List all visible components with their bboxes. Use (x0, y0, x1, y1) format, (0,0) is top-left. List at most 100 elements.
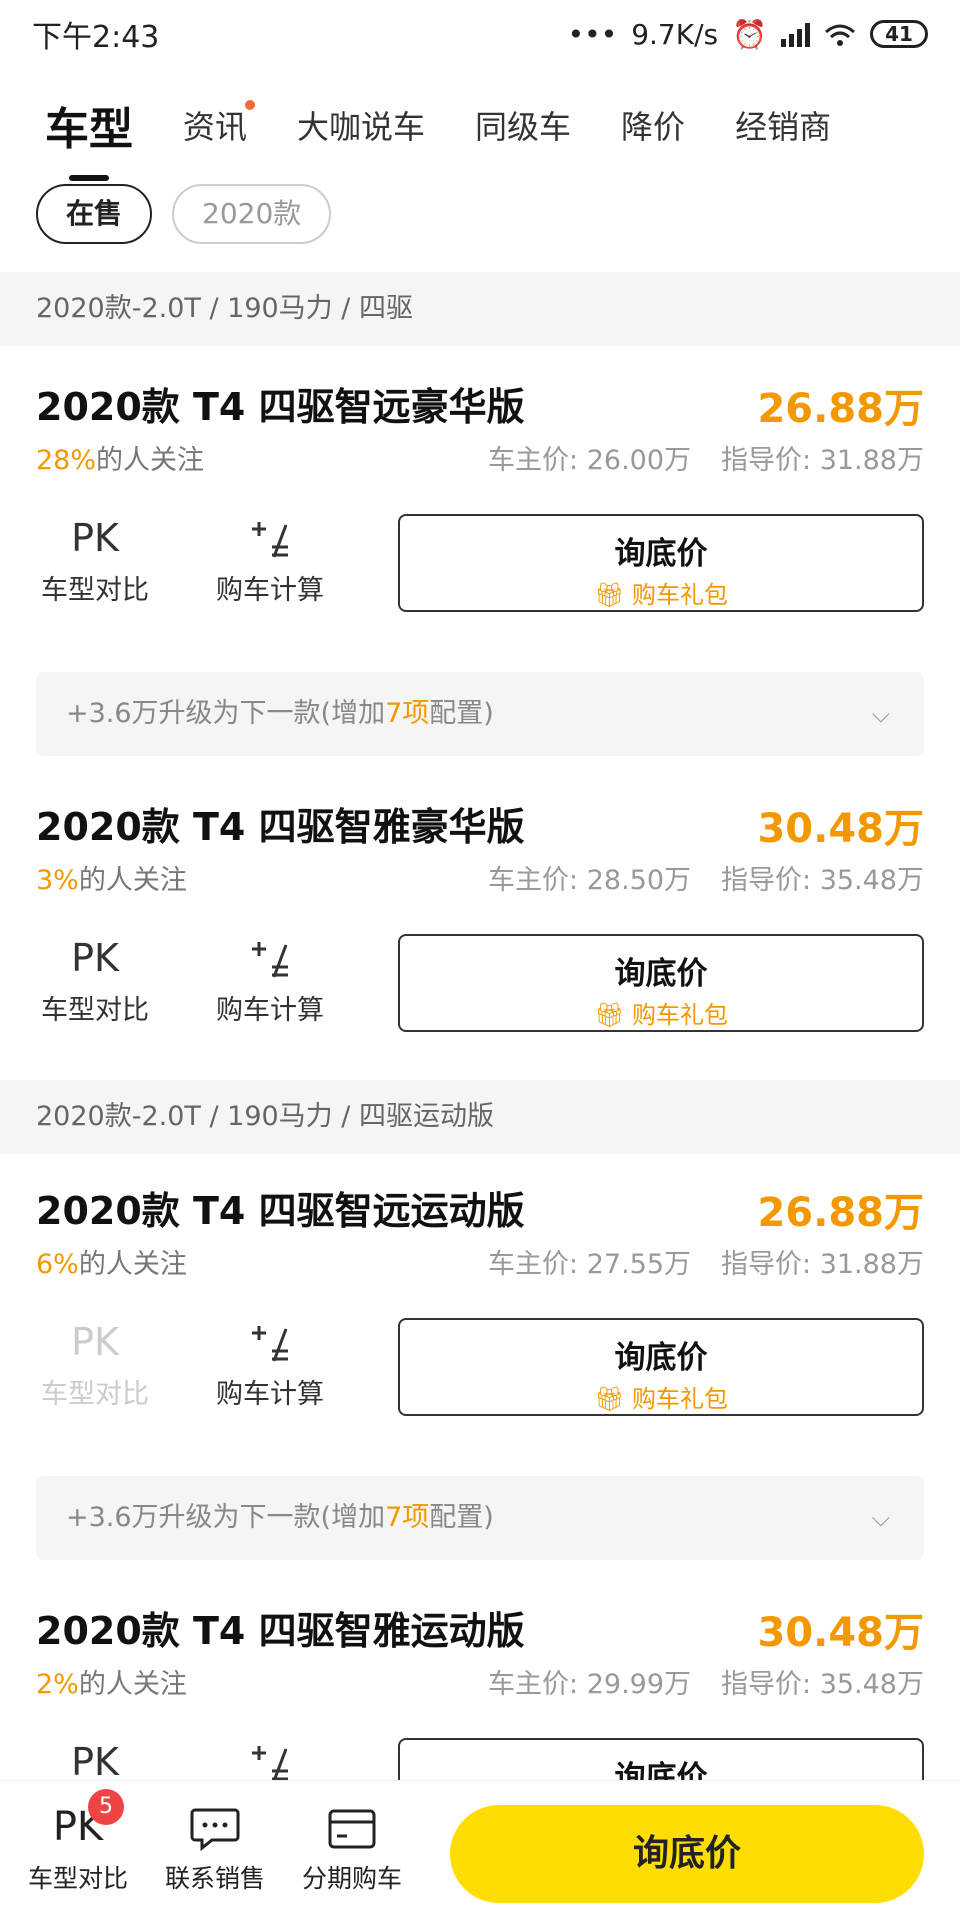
list-item: 2020款 T4 四驱智雅豪华版 30.48万 3%的人关注 车主价: 28.5… (0, 766, 960, 1066)
owner-price: 车主价: 29.99万 (488, 1669, 692, 1700)
attention-percent: 2% (36, 1669, 79, 1700)
tab-label: 同级车 (475, 108, 572, 146)
compare-button[interactable]: PK 车型对比 (20, 1316, 170, 1411)
ask-price-label: 询底价 (614, 956, 708, 992)
gift-package: 🎁︎ 购车礼包 (400, 1379, 922, 1414)
gift-label: 购车礼包 (632, 1001, 729, 1029)
pk-icon: PK 5 (18, 1789, 138, 1859)
model-price: 30.48万 (757, 1610, 924, 1656)
model-name[interactable]: 2020款 T4 四驱智远豪华版 (36, 376, 525, 431)
upgrade-prefix: +3.6万升级为下一款(增加 (66, 698, 386, 729)
attention-text: 2%的人关注 (36, 1662, 187, 1701)
model-name[interactable]: 2020款 T4 四驱智雅豪华版 (36, 796, 525, 851)
model-name[interactable]: 2020款 T4 四驱智远运动版 (36, 1180, 525, 1235)
upgrade-count: 7项 (385, 698, 430, 729)
attention-text: 6%的人关注 (36, 1242, 187, 1281)
model-price: 26.88万 (757, 1190, 924, 1236)
chevron-down-icon: ⌵ (871, 700, 890, 728)
more-dots-icon: ••• (567, 17, 618, 51)
price-details: 车主价: 29.99万 指导价: 35.48万 (488, 1662, 924, 1701)
calculator-icon (195, 512, 345, 564)
tab-dealers[interactable]: 经销商 (735, 102, 831, 148)
model-price: 30.48万 (757, 806, 924, 852)
tab-expert-reviews[interactable]: 大咖说车 (297, 102, 425, 148)
ask-price-button[interactable]: 询底价🎁︎ 购车礼包 (398, 514, 924, 612)
tab-label: 降价 (621, 108, 686, 146)
calculator-button[interactable]: 购车计算 (195, 1316, 345, 1411)
upgrade-banner[interactable]: +3.6万升级为下一款(增加7项配置) ⌵ (36, 672, 924, 756)
pk-icon: PK (71, 1320, 119, 1364)
list-item: 2020款 T4 四驱智远运动版 26.88万 6%的人关注 车主价: 27.5… (0, 1150, 960, 1450)
price-details: 车主价: 28.50万 指导价: 35.48万 (488, 858, 924, 897)
unread-dot (245, 100, 256, 110)
compare-count-badge: 5 (88, 1789, 124, 1825)
ask-price-label: 询底价 (614, 536, 708, 572)
model-price: 26.88万 (757, 386, 924, 432)
upgrade-banner[interactable]: +3.6万升级为下一款(增加7项配置) ⌵ (36, 1476, 924, 1560)
upgrade-suffix: 配置) (429, 1502, 494, 1533)
guide-price: 指导价: 31.88万 (721, 1249, 924, 1280)
upgrade-count: 7项 (385, 1502, 430, 1533)
top-tabs: 车型 资讯 大咖说车 同级车 降价 经销商 (0, 80, 960, 170)
price-details: 车主价: 26.00万 指导价: 31.88万 (488, 438, 924, 477)
guide-price: 指导价: 31.88万 (721, 445, 924, 476)
contact-sales-label: 联系销售 (164, 1864, 265, 1893)
owner-price: 车主价: 27.55万 (488, 1249, 692, 1280)
bottom-compare-label: 车型对比 (27, 1864, 128, 1893)
gift-icon: 🎁︎ (593, 1001, 633, 1029)
pk-icon: PK (71, 516, 119, 560)
signal-icon (781, 21, 810, 47)
calculator-label: 购车计算 (216, 575, 324, 606)
battery-icon: 41 (870, 20, 928, 48)
gift-package: 🎁︎ 购车礼包 (400, 995, 922, 1030)
contact-sales-button[interactable]: 联系销售 (155, 1795, 275, 1895)
calculator-button[interactable]: 购车计算 (195, 932, 345, 1027)
compare-button[interactable]: PK 车型对比 (20, 932, 170, 1027)
network-speed: 9.7K/s (631, 17, 719, 51)
tab-competitors[interactable]: 同级车 (475, 102, 571, 148)
attention-suffix: 的人关注 (78, 1249, 187, 1280)
attention-percent: 28% (36, 445, 97, 476)
price-details: 车主价: 27.55万 指导价: 31.88万 (488, 1242, 924, 1281)
tab-news[interactable]: 资讯 (183, 100, 256, 148)
filter-chips: 在售 2020款 (36, 184, 332, 244)
owner-price: 车主价: 26.00万 (488, 445, 692, 476)
upgrade-suffix: 配置) (429, 698, 494, 729)
wifi-icon (824, 18, 856, 51)
attention-suffix: 的人关注 (78, 865, 187, 896)
attention-suffix: 的人关注 (96, 445, 205, 476)
alarm-icon: ⏰ (732, 17, 767, 51)
gift-label: 购车礼包 (632, 1385, 729, 1413)
tab-label: 大咖说车 (297, 108, 426, 146)
chat-icon (155, 1795, 275, 1859)
chip-year-2020[interactable]: 2020款 (172, 184, 332, 244)
guide-price: 指导价: 35.48万 (721, 1669, 924, 1700)
ask-price-cta-button[interactable]: 询底价 (450, 1805, 924, 1903)
tab-price-drop[interactable]: 降价 (621, 102, 685, 148)
bottom-compare-button[interactable]: PK 5 车型对比 (18, 1789, 138, 1895)
chip-on-sale[interactable]: 在售 (36, 184, 153, 244)
card-icon (292, 1795, 412, 1859)
tab-label: 资讯 (183, 108, 248, 146)
calculator-button[interactable]: 购车计算 (195, 512, 345, 607)
attention-text: 28%的人关注 (36, 438, 204, 477)
attention-text: 3%的人关注 (36, 858, 187, 897)
attention-percent: 3% (36, 865, 79, 896)
model-name[interactable]: 2020款 T4 四驱智雅运动版 (36, 1600, 525, 1655)
calculator-icon (195, 1316, 345, 1368)
status-time: 下午2:43 (32, 20, 160, 55)
compare-button[interactable]: PK 车型对比 (20, 512, 170, 607)
installment-button[interactable]: 分期购车 (292, 1795, 412, 1895)
tab-label: 车型 (45, 104, 133, 155)
pk-icon: PK (71, 936, 119, 980)
attention-suffix: 的人关注 (78, 1669, 187, 1700)
gift-label: 购车礼包 (632, 581, 729, 609)
calculator-label: 购车计算 (216, 1379, 324, 1410)
gift-icon: 🎁︎ (593, 1385, 633, 1413)
ask-price-button[interactable]: 询底价🎁︎ 购车礼包 (398, 1318, 924, 1416)
ask-price-label: 询底价 (614, 1340, 708, 1376)
tab-models[interactable]: 车型 (45, 93, 133, 157)
guide-price: 指导价: 35.48万 (721, 865, 924, 896)
ask-price-button[interactable]: 询底价🎁︎ 购车礼包 (398, 934, 924, 1032)
gift-package: 🎁︎ 购车礼包 (400, 575, 922, 610)
